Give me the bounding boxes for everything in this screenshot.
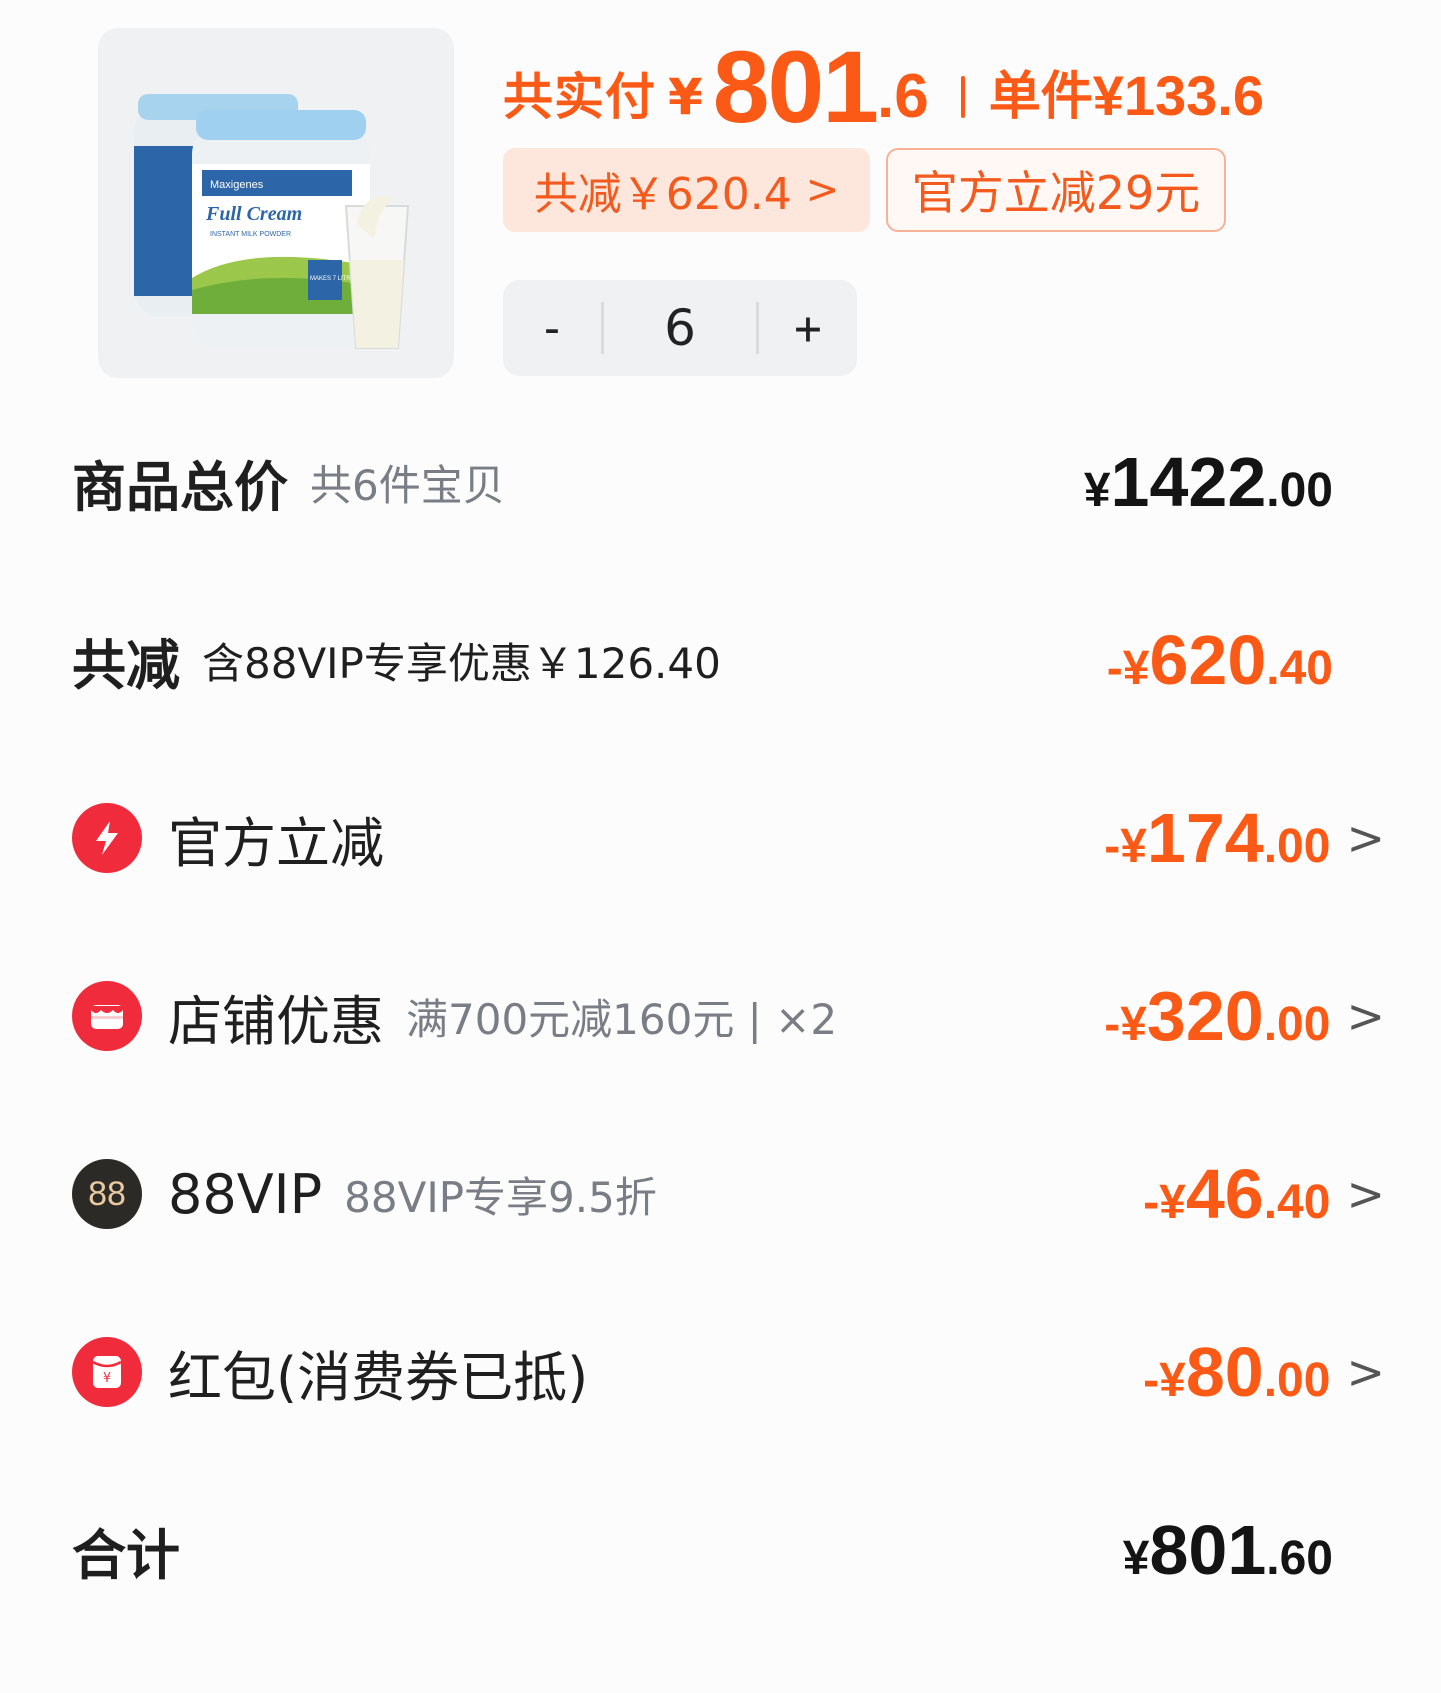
red-packet-integer: 80 <box>1185 1333 1264 1411</box>
total-reduction-amount: -¥ 620 .40 <box>1107 620 1333 700</box>
official-discount-amount: -¥ 174 .00 <box>1104 798 1330 878</box>
unit-price-label: 单件 <box>988 67 1093 127</box>
can-brand-text: Maxigenes <box>210 179 264 191</box>
red-packet-currency: -¥ <box>1143 1354 1186 1407</box>
quantity-value[interactable]: 6 <box>604 299 756 357</box>
total-reduction-decimal: .40 <box>1266 642 1333 695</box>
grand-total-amount: ¥ 801 .60 <box>1123 1510 1333 1590</box>
vip-discount-amount-wrap: -¥ 46 .40 > <box>1143 1154 1385 1234</box>
store-discount-amount-wrap: -¥ 320 .00 > <box>1104 976 1385 1056</box>
grand-total-integer: 801 <box>1149 1511 1267 1589</box>
total-reduction-amount-wrap: -¥ 620 .40 <box>1107 620 1333 700</box>
milk-powder-illustration: Maxigenes Full Cream INSTANT MILK POWDER… <box>134 94 410 349</box>
store-discount-integer: 320 <box>1146 977 1264 1055</box>
official-discount-decimal: .00 <box>1263 820 1331 873</box>
official-discount-row[interactable]: 官方立减 -¥ 174 .00 > <box>72 790 1385 886</box>
chevron-right-icon: > <box>1346 989 1385 1043</box>
store-discount-currency: -¥ <box>1104 998 1147 1051</box>
actual-payment-label: 共实付 <box>503 68 656 126</box>
actual-payment-decimal: .6 <box>876 62 929 131</box>
red-packet-icon: ¥ <box>72 1337 142 1407</box>
chevron-right-icon: > <box>805 167 840 213</box>
red-packet-row[interactable]: ¥ 红包(消费券已抵) -¥ 80 .00 > <box>72 1324 1385 1420</box>
red-packet-amount-wrap: -¥ 80 .00 > <box>1143 1332 1385 1412</box>
red-packet-decimal: .00 <box>1263 1354 1331 1407</box>
grand-total-label: 合计 <box>72 1523 180 1587</box>
store-discount-note: 满700元减160元 | ×2 <box>406 994 838 1044</box>
chevron-right-icon: > <box>1346 1167 1385 1221</box>
total-reduction-row: 共减 含88VIP专享优惠￥126.40 -¥ 620 .40 <box>72 612 1385 708</box>
store-icon <box>72 981 142 1051</box>
lightning-icon <box>72 803 142 873</box>
grand-total-amount-wrap: ¥ 801 .60 <box>1123 1510 1333 1590</box>
official-discount-label: 官方立减 <box>168 811 384 875</box>
increase-button[interactable]: + <box>759 301 857 355</box>
subtotal-decimal: .00 <box>1266 464 1333 517</box>
total-discount-chip-label: 共减￥620.4 <box>533 169 792 220</box>
official-discount-currency: -¥ <box>1104 820 1147 873</box>
total-reduction-note: 含88VIP专享优惠￥126.40 <box>202 638 721 688</box>
subtotal-label: 商品总价 <box>72 455 288 519</box>
chevron-right-icon: > <box>1346 1345 1385 1399</box>
subtotal-row: 商品总价 共6件宝贝 ¥ 1422 .00 <box>72 434 1385 530</box>
grand-total-row: 合计 ¥ 801 .60 <box>72 1502 1385 1598</box>
store-discount-label: 店铺优惠 <box>168 989 384 1053</box>
total-discount-chip[interactable]: 共减￥620.4 > <box>503 148 870 232</box>
vip-discount-integer: 46 <box>1185 1155 1264 1233</box>
red-packet-amount: -¥ 80 .00 <box>1143 1332 1330 1412</box>
chevron-right-icon: > <box>1346 811 1385 865</box>
subtotal-note: 共6件宝贝 <box>310 460 505 510</box>
vip-discount-currency: -¥ <box>1143 1176 1186 1229</box>
divider <box>960 76 965 118</box>
subtotal-amount-wrap: ¥ 1422 .00 <box>1084 442 1333 522</box>
vip-discount-row[interactable]: 88 88VIP 88VIP专享9.5折 -¥ 46 .40 > <box>72 1146 1385 1242</box>
grand-total-decimal: .60 <box>1266 1532 1333 1585</box>
svg-text:¥: ¥ <box>103 1371 111 1386</box>
total-reduction-currency: -¥ <box>1106 642 1150 695</box>
vip-discount-amount: -¥ 46 .40 <box>1143 1154 1330 1234</box>
subtotal-amount: ¥ 1422 .00 <box>1084 442 1333 522</box>
official-discount-integer: 174 <box>1146 799 1264 877</box>
official-discount-chip-label: 官方立减29元 <box>911 166 1201 220</box>
total-reduction-label: 共减 <box>72 633 180 697</box>
official-discount-amount-wrap: -¥ 174 .00 > <box>1104 798 1385 878</box>
decrease-button[interactable]: - <box>503 301 601 355</box>
quantity-stepper: - 6 + <box>503 280 857 376</box>
subtotal-currency: ¥ <box>1083 464 1111 517</box>
total-reduction-integer: 620 <box>1149 621 1267 699</box>
unit-price-value: ¥133.6 <box>1092 64 1264 127</box>
can-title-text: Full Cream <box>205 203 302 225</box>
store-discount-decimal: .00 <box>1263 998 1331 1051</box>
store-discount-row[interactable]: 店铺优惠 满700元减160元 | ×2 -¥ 320 .00 > <box>72 968 1385 1064</box>
subtotal-integer: 1422 <box>1110 443 1267 521</box>
store-discount-amount: -¥ 320 .00 <box>1104 976 1330 1056</box>
can-subtitle-text: INSTANT MILK POWDER <box>210 231 291 238</box>
88vip-icon-text: 88 <box>88 1174 126 1213</box>
red-packet-label: 红包(消费券已抵) <box>168 1345 589 1409</box>
vip-discount-decimal: .40 <box>1263 1176 1331 1229</box>
88vip-icon: 88 <box>72 1159 142 1229</box>
vip-discount-note: 88VIP专享9.5折 <box>344 1172 657 1222</box>
product-image[interactable]: Maxigenes Full Cream INSTANT MILK POWDER… <box>98 28 454 378</box>
vip-discount-label: 88VIP <box>168 1162 323 1226</box>
official-discount-chip: 官方立减29元 <box>886 148 1226 232</box>
actual-payment: 共实付 ¥ 801 .6 单件 ¥133.6 <box>503 28 1264 138</box>
grand-total-currency: ¥ <box>1122 1532 1150 1585</box>
actual-payment-currency: ¥ <box>668 68 703 126</box>
actual-payment-integer: 801 <box>712 30 879 144</box>
